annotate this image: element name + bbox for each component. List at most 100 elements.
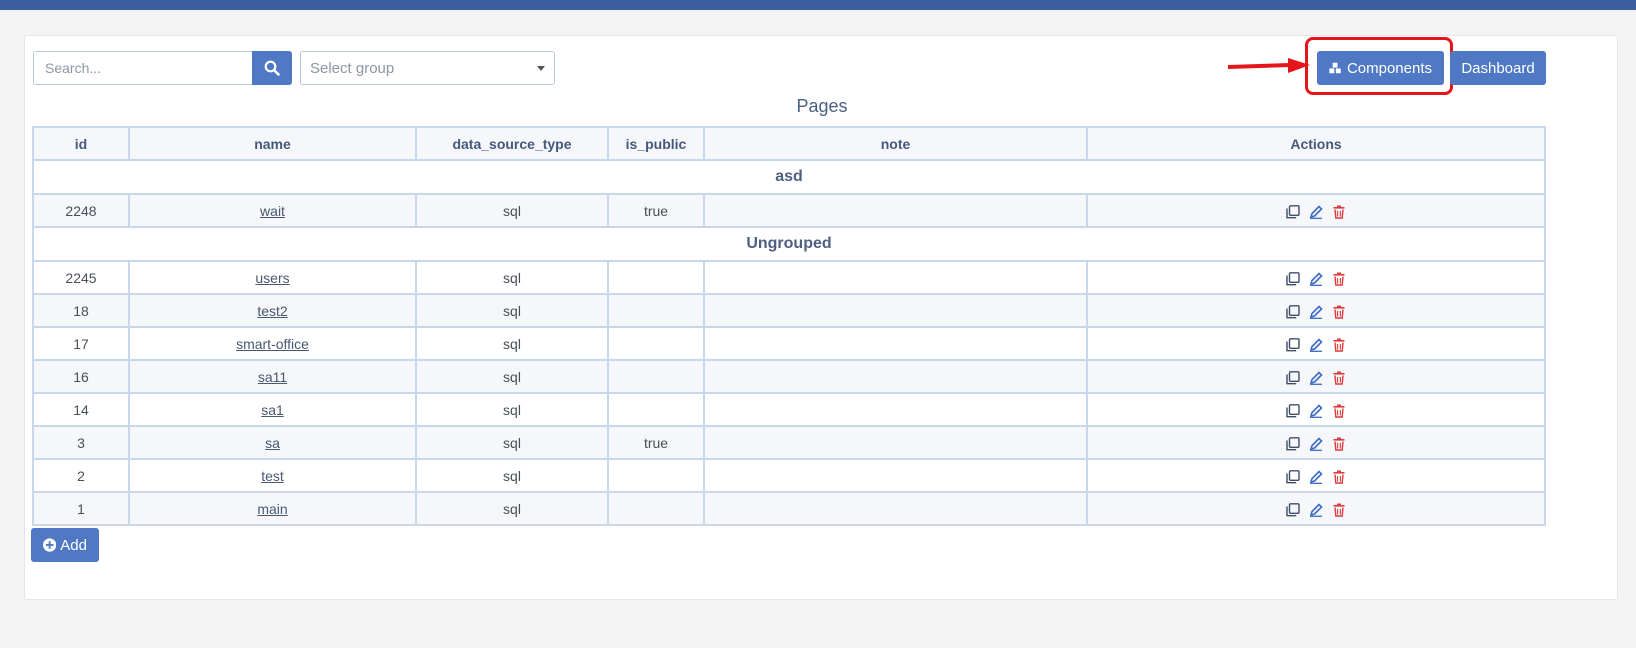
cell-is-public <box>607 392 705 427</box>
page-name-link[interactable]: smart-office <box>236 336 309 352</box>
column-header-note[interactable]: note <box>703 126 1088 161</box>
row-actions <box>1286 370 1346 385</box>
delete-icon[interactable] <box>1332 404 1346 418</box>
cubes-icon <box>1329 62 1341 74</box>
page-name-link[interactable]: sa1 <box>261 402 284 418</box>
cell-is-public <box>607 326 705 361</box>
page-name-link[interactable]: main <box>257 501 287 517</box>
group-label: asd <box>32 159 1546 195</box>
cell-name: test2 <box>128 293 417 328</box>
delete-icon[interactable] <box>1332 503 1346 517</box>
delete-icon[interactable] <box>1332 338 1346 352</box>
cell-note <box>703 260 1088 295</box>
delete-icon[interactable] <box>1332 371 1346 385</box>
group-select[interactable]: Select group <box>300 51 555 85</box>
row-actions <box>1286 204 1346 219</box>
edit-icon[interactable] <box>1309 437 1323 451</box>
page-name-link[interactable]: sa11 <box>258 369 287 385</box>
column-header-id[interactable]: id <box>32 126 130 161</box>
cell-is-public <box>607 293 705 328</box>
search-input[interactable] <box>33 51 252 85</box>
cell-id: 17 <box>32 326 130 361</box>
column-header-name[interactable]: name <box>128 126 417 161</box>
plus-circle-icon <box>43 538 57 552</box>
cell-note <box>703 193 1088 228</box>
top-navbar <box>0 0 1636 10</box>
cell-data-source-type: sql <box>415 193 609 228</box>
edit-icon[interactable] <box>1309 470 1323 484</box>
copy-icon[interactable] <box>1286 403 1300 418</box>
column-header-actions: Actions <box>1086 126 1546 161</box>
row-actions <box>1286 502 1346 517</box>
cell-name: wait <box>128 193 417 228</box>
cell-is-public: true <box>607 425 705 460</box>
copy-icon[interactable] <box>1286 502 1300 517</box>
page-name-link[interactable]: users <box>255 270 289 286</box>
cell-note <box>703 293 1088 328</box>
edit-icon[interactable] <box>1309 404 1323 418</box>
cell-name: sa11 <box>128 359 417 394</box>
cell-is-public <box>607 491 705 526</box>
cell-actions <box>1086 326 1546 361</box>
copy-icon[interactable] <box>1286 469 1300 484</box>
add-label: Add <box>60 536 87 554</box>
delete-icon[interactable] <box>1332 437 1346 451</box>
cell-is-public: true <box>607 193 705 228</box>
group-row: Ungrouped <box>32 226 1546 262</box>
chevron-down-icon <box>537 65 545 71</box>
table-header-row: id name data_source_type is_public note … <box>32 126 1546 161</box>
table-row: 1 main sql <box>32 491 1546 526</box>
delete-icon[interactable] <box>1332 470 1346 484</box>
edit-icon[interactable] <box>1309 338 1323 352</box>
table-row: 16 sa11 sql <box>32 359 1546 394</box>
copy-icon[interactable] <box>1286 337 1300 352</box>
page-name-link[interactable]: wait <box>260 203 285 219</box>
column-header-data-source-type[interactable]: data_source_type <box>415 126 609 161</box>
row-actions <box>1286 304 1346 319</box>
cell-id: 2245 <box>32 260 130 295</box>
cell-name: smart-office <box>128 326 417 361</box>
column-header-is-public[interactable]: is_public <box>607 126 705 161</box>
edit-icon[interactable] <box>1309 205 1323 219</box>
edit-icon[interactable] <box>1309 371 1323 385</box>
cell-note <box>703 359 1088 394</box>
delete-icon[interactable] <box>1332 205 1346 219</box>
copy-icon[interactable] <box>1286 204 1300 219</box>
copy-icon[interactable] <box>1286 271 1300 286</box>
page-name-link[interactable]: test <box>261 468 284 484</box>
cell-name: test <box>128 458 417 493</box>
row-actions <box>1286 337 1346 352</box>
copy-icon[interactable] <box>1286 436 1300 451</box>
edit-icon[interactable] <box>1309 305 1323 319</box>
components-button[interactable]: Components <box>1317 51 1444 85</box>
cell-name: sa1 <box>128 392 417 427</box>
copy-icon[interactable] <box>1286 304 1300 319</box>
delete-icon[interactable] <box>1332 305 1346 319</box>
page-name-link[interactable]: test2 <box>257 303 287 319</box>
table-row: 2245 users sql <box>32 260 1546 295</box>
search-button[interactable] <box>252 51 292 85</box>
cell-actions <box>1086 359 1546 394</box>
cell-data-source-type: sql <box>415 293 609 328</box>
cell-data-source-type: sql <box>415 326 609 361</box>
row-actions <box>1286 469 1346 484</box>
cell-actions <box>1086 293 1546 328</box>
cell-actions <box>1086 193 1546 228</box>
cell-actions <box>1086 458 1546 493</box>
cell-is-public <box>607 260 705 295</box>
delete-icon[interactable] <box>1332 272 1346 286</box>
page-name-link[interactable]: sa <box>265 435 280 451</box>
row-actions <box>1286 403 1346 418</box>
cell-data-source-type: sql <box>415 491 609 526</box>
cell-note <box>703 326 1088 361</box>
edit-icon[interactable] <box>1309 272 1323 286</box>
table-row: 2 test sql <box>32 458 1546 493</box>
cell-note <box>703 491 1088 526</box>
edit-icon[interactable] <box>1309 503 1323 517</box>
cell-id: 14 <box>32 392 130 427</box>
dashboard-button[interactable]: Dashboard <box>1450 51 1546 85</box>
add-button[interactable]: Add <box>31 528 99 562</box>
cell-id: 16 <box>32 359 130 394</box>
copy-icon[interactable] <box>1286 370 1300 385</box>
page-title: Pages <box>796 96 848 116</box>
